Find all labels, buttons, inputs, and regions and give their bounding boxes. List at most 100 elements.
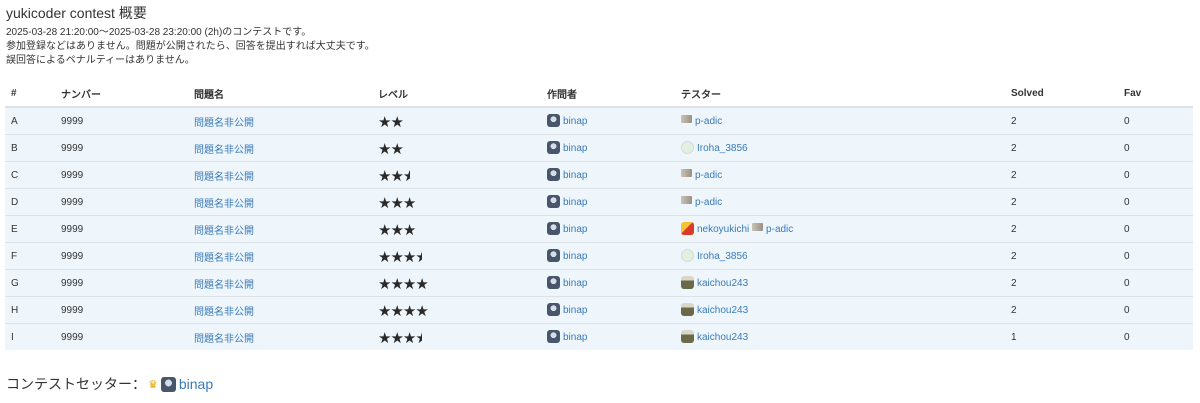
author-name: binap <box>563 304 588 316</box>
author-avatar <box>547 329 560 343</box>
author-avatar <box>547 194 560 208</box>
contest-note-registration: 参加登録などはありません。問題が公開されたら、回答を提出すれば大丈夫です。 <box>6 41 375 52</box>
header-number[interactable]: ナンバー <box>55 81 188 108</box>
contest-title: yukicoder contest 概要 <box>6 5 147 21</box>
tester-link[interactable]: nekoyukichi <box>681 221 750 235</box>
level-stars: ★★ <box>378 114 410 131</box>
table-row: C 9999 問題名非公開 ★★★ binap p-adic 20 <box>5 161 1193 189</box>
tester-name: nekoyukichi <box>697 223 750 235</box>
problem-name-link[interactable]: 問題名非公開 <box>194 226 254 237</box>
table-row: F 9999 問題名非公開 ★★★★ binap Iroha_3856 20 <box>5 242 1193 270</box>
level-stars: ★★★★ <box>378 276 435 293</box>
author-link[interactable]: binap <box>547 221 587 235</box>
table-row: I 9999 問題名非公開 ★★★★ binap kaichou243 10 <box>5 323 1193 350</box>
problem-number: 9999 <box>55 269 188 297</box>
level-stars: ★★★ <box>378 168 410 185</box>
tester-link[interactable]: Iroha_3856 <box>681 140 748 154</box>
tester-name: p-adic <box>695 115 723 127</box>
author-avatar <box>547 221 560 235</box>
fav-count: 0 <box>1118 242 1193 270</box>
solved-count: 2 <box>1005 188 1118 216</box>
author-link[interactable]: binap <box>547 248 587 262</box>
tester-cell: p-adic <box>675 106 1005 135</box>
author-link[interactable]: binap <box>547 113 587 127</box>
solved-count: 2 <box>1005 242 1118 270</box>
contest-setter: コンテストセッター： ♛ binap <box>6 374 213 394</box>
tester-link[interactable]: kaichou243 <box>681 302 748 316</box>
header-index[interactable]: # <box>5 81 55 108</box>
header-level[interactable]: レベル <box>372 81 541 108</box>
tester-avatar <box>681 248 694 262</box>
solved-count: 2 <box>1005 161 1118 189</box>
star-icons: ★★★★ <box>378 276 429 293</box>
problem-name-link[interactable]: 問題名非公開 <box>194 199 254 210</box>
problem-name-link[interactable]: 問題名非公開 <box>194 280 254 291</box>
problem-number: 9999 <box>55 161 188 189</box>
table-row: B 9999 問題名非公開 ★★ binap Iroha_3856 20 <box>5 134 1193 162</box>
problem-id: G <box>5 269 55 297</box>
tester-name: kaichou243 <box>697 277 749 289</box>
author-name: binap <box>563 277 588 289</box>
problem-name-link[interactable]: 問題名非公開 <box>194 172 254 183</box>
half-star-icon: ★ <box>402 168 410 185</box>
contest-description: 2025-03-28 21:20:00～2025-03-28 23:20:00 … <box>6 26 375 68</box>
problem-name-link[interactable]: 問題名非公開 <box>194 253 254 264</box>
tester-name: kaichou243 <box>697 331 749 343</box>
star-icons: ★★★ <box>378 249 416 266</box>
tester-link[interactable]: Iroha_3856 <box>681 248 748 262</box>
header-tester[interactable]: テスター <box>675 81 1005 108</box>
problem-name-link[interactable]: 問題名非公開 <box>194 118 254 129</box>
tester-link[interactable]: p-adic <box>752 223 794 235</box>
tester-link[interactable]: kaichou243 <box>681 329 749 343</box>
tester-avatar <box>681 221 694 235</box>
problem-name-link[interactable]: 問題名非公開 <box>194 307 254 318</box>
tester-avatar <box>681 275 694 289</box>
author-link[interactable]: binap <box>547 167 587 181</box>
table-row: D 9999 問題名非公開 ★★★ binap p-adic 20 <box>5 188 1193 216</box>
header-solved[interactable]: Solved <box>1005 81 1118 108</box>
author-link[interactable]: binap <box>547 329 587 343</box>
tester-avatar <box>681 329 694 343</box>
star-icons: ★★ <box>378 168 404 185</box>
table-row: E 9999 問題名非公開 ★★★ binap nekoyukichi p-adic 20 <box>5 215 1193 243</box>
half-star-icon: ★ <box>415 249 423 266</box>
problem-id: E <box>5 215 55 243</box>
solved-count: 2 <box>1005 215 1118 243</box>
setter-link[interactable]: binap <box>160 376 213 392</box>
problem-name-link[interactable]: 問題名非公開 <box>194 334 254 345</box>
level-stars: ★★★★ <box>378 249 422 266</box>
author-avatar <box>547 275 560 289</box>
fav-count: 0 <box>1118 106 1193 135</box>
header-fav[interactable]: Fav <box>1118 81 1193 108</box>
tester-cell: nekoyukichi p-adic <box>675 215 1005 243</box>
header-author[interactable]: 作問者 <box>541 81 675 108</box>
contest-period: 2025-03-28 21:20:00～2025-03-28 23:20:00 … <box>6 27 312 38</box>
tester-cell: Iroha_3856 <box>675 134 1005 162</box>
setter-label: コンテストセッター： <box>6 376 146 392</box>
author-name: binap <box>563 196 588 208</box>
fav-count: 0 <box>1118 188 1193 216</box>
header-problem-name[interactable]: 問題名 <box>188 81 372 108</box>
author-link[interactable]: binap <box>547 302 588 316</box>
author-avatar <box>547 113 560 127</box>
problem-number: 9999 <box>55 323 188 350</box>
table-row: H 9999 問題名非公開 ★★★★ binap kaichou243 20 <box>5 296 1193 324</box>
author-link[interactable]: binap <box>547 140 587 154</box>
tester-link[interactable]: p-adic <box>681 195 722 208</box>
problem-number: 9999 <box>55 242 188 270</box>
table-header-row: # ナンバー 問題名 レベル 作問者 テスター Solved Fav <box>5 81 1193 108</box>
problem-name-link[interactable]: 問題名非公開 <box>194 145 254 156</box>
contest-note-penalty: 誤回答によるペナルティーはありません。 <box>6 55 195 66</box>
fav-count: 0 <box>1118 323 1193 350</box>
problem-id: C <box>5 161 55 189</box>
tester-link[interactable]: p-adic <box>681 168 722 181</box>
tester-link[interactable]: kaichou243 <box>681 275 749 289</box>
solved-count: 2 <box>1005 296 1118 324</box>
tester-cell: kaichou243 <box>675 323 1005 350</box>
tester-name: p-adic <box>766 223 794 235</box>
tester-avatar <box>681 168 692 177</box>
author-link[interactable]: binap <box>547 275 588 289</box>
tester-link[interactable]: p-adic <box>681 114 723 127</box>
star-icons: ★★ <box>378 141 404 158</box>
author-link[interactable]: binap <box>547 194 588 208</box>
